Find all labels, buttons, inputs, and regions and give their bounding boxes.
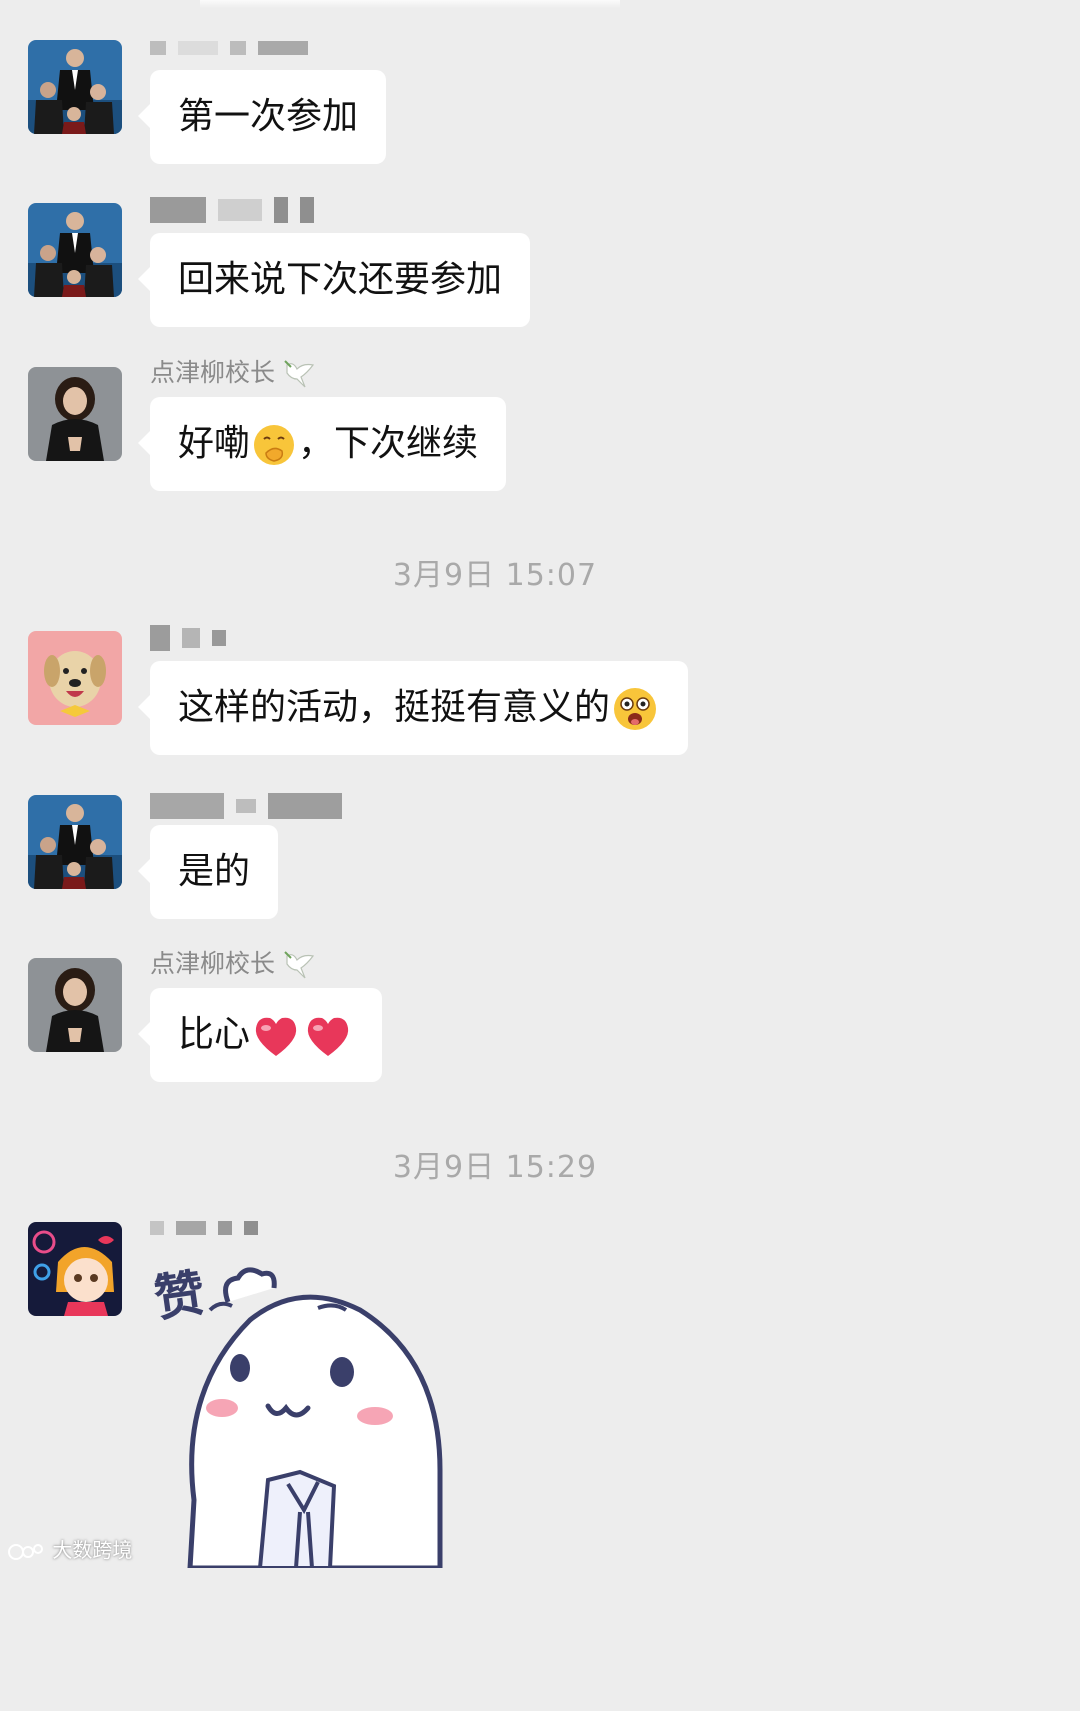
- sender-name: 点津柳校长: [150, 356, 317, 390]
- avatar[interactable]: [28, 203, 122, 297]
- sticker-message[interactable]: 赞: [150, 1250, 460, 1571]
- message-bubble[interactable]: 比心: [137, 988, 383, 1082]
- pixelated-name-block: [257, 41, 308, 55]
- family-photo-avatar-icon: [28, 795, 122, 889]
- dog-avatar-icon: [28, 631, 122, 725]
- red-heart-icon: [307, 1017, 349, 1056]
- pixelated-name-block: [150, 1221, 164, 1235]
- timestamp: 3月9日 15:07: [392, 558, 598, 593]
- message-bubble[interactable]: 这样的活动，挺挺有意义的: [137, 661, 689, 755]
- sender-name-blurred: [150, 30, 312, 64]
- pixelated-name-block: [217, 1221, 232, 1235]
- family-photo-avatar-icon: [28, 40, 122, 134]
- cartoon-girl-avatar-icon: [28, 1222, 122, 1316]
- chat-scroll-area[interactable]: 第一次参加 回来说下次还要参加 点津柳校长 好嘞 ，下次继续 3月9日 15:0…: [0, 0, 990, 1571]
- pixelated-name-block: [235, 799, 256, 813]
- principal-portrait-avatar-icon: [28, 367, 122, 461]
- timestamp: 3月9日 15:29: [392, 1150, 598, 1185]
- watermark-logo-icon: [8, 1543, 43, 1560]
- sender-name-blurred: [150, 192, 318, 226]
- message-text: 是的: [178, 851, 251, 892]
- avatar[interactable]: [28, 631, 122, 725]
- pixelated-name-block: [177, 41, 218, 55]
- avatar[interactable]: [28, 367, 122, 461]
- hand-over-mouth-emoji-icon: [254, 425, 295, 465]
- message-text: 好嘞: [178, 423, 251, 464]
- family-photo-avatar-icon: [28, 203, 122, 297]
- pixelated-name-block: [243, 1221, 258, 1235]
- message-bubble[interactable]: 好嘞 ，下次继续: [137, 397, 507, 491]
- pixelated-name-block: [273, 197, 288, 223]
- message-text: 比心: [178, 1014, 251, 1055]
- watermark: 大数跨境: [6, 1534, 132, 1563]
- message-text: 回来说下次还要参加: [178, 259, 503, 300]
- pixelated-name-block: [175, 1221, 206, 1235]
- watermark-text: 大数跨境: [52, 1538, 133, 1562]
- sender-name-blurred: [150, 1210, 262, 1244]
- message-bubble[interactable]: 回来说下次还要参加: [137, 233, 531, 327]
- avatar[interactable]: [28, 1222, 122, 1316]
- sender-name-blurred: [150, 788, 346, 822]
- dove-icon: [284, 951, 315, 979]
- message-text-continued: ，下次继续: [298, 423, 479, 464]
- pixelated-name-block: [150, 793, 224, 819]
- surprised-face-emoji-icon: [614, 688, 657, 730]
- sender-name-text: 点津柳校长: [150, 949, 276, 978]
- pixelated-name-block: [181, 628, 200, 648]
- sender-name-text: 点津柳校长: [150, 358, 276, 387]
- pixelated-name-block: [211, 630, 226, 646]
- previous-message-edge: [200, 0, 620, 8]
- dove-icon: [284, 360, 315, 388]
- pixelated-name-block: [150, 197, 206, 223]
- message-text: 第一次参加: [178, 96, 359, 137]
- message-text: 这样的活动，挺挺有意义的: [178, 687, 611, 728]
- message-bubble[interactable]: 第一次参加: [137, 70, 387, 164]
- avatar[interactable]: [28, 958, 122, 1052]
- sender-name: 点津柳校长: [150, 947, 317, 981]
- pixelated-name-block: [150, 625, 170, 651]
- pixelated-name-block: [150, 41, 166, 55]
- message-bubble[interactable]: 是的: [137, 825, 279, 919]
- pixelated-name-block: [267, 793, 342, 819]
- red-heart-icon: [255, 1017, 297, 1056]
- pixelated-name-block: [229, 41, 246, 55]
- sender-name-blurred: [150, 620, 230, 654]
- pixelated-name-block: [299, 197, 314, 223]
- sticker-caption: 赞: [150, 1263, 209, 1329]
- pixelated-name-block: [217, 199, 262, 221]
- principal-portrait-avatar-icon: [28, 958, 122, 1052]
- avatar[interactable]: [28, 795, 122, 889]
- avatar[interactable]: [28, 40, 122, 134]
